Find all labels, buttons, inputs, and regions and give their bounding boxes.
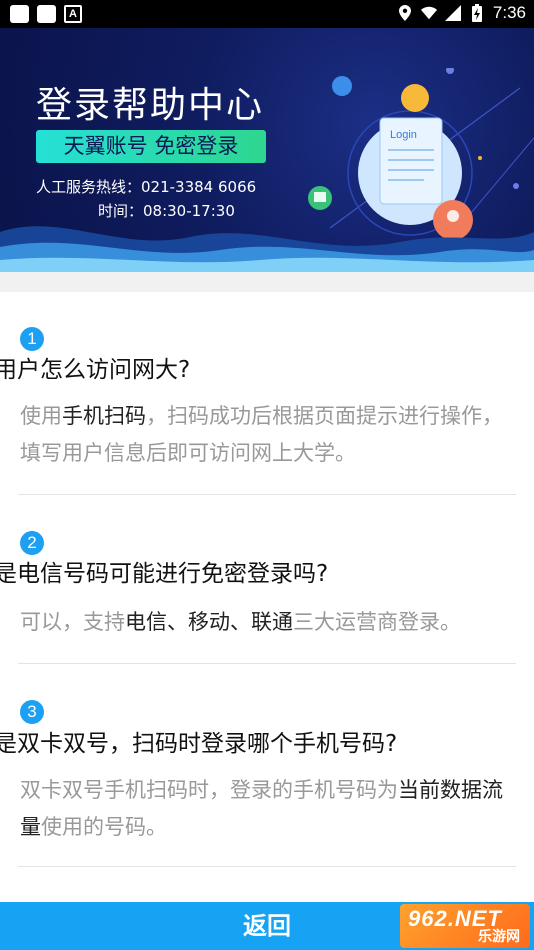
faq-answer: 双卡双号手机扫码时，登录的手机号码为当前数据流量使用的号码。: [20, 778, 503, 839]
illustration-login-text: Login: [390, 129, 417, 141]
notification-icon: [10, 5, 29, 23]
banner-subtitle-pill: 天翼账号 免密登录: [36, 130, 266, 163]
divider: [18, 494, 516, 495]
faq-item: 3 是双卡双号，扫码时登录哪个手机号码? 双卡双号手机扫码时，登录的手机号码为当…: [0, 666, 534, 870]
status-bar: A 7:36: [0, 0, 534, 28]
divider: [18, 663, 516, 664]
faq-number-badge: 3: [20, 700, 44, 724]
watermark-bottom-text: 乐游网: [478, 928, 520, 944]
section-gap: [0, 272, 534, 292]
wifi-icon: [420, 4, 437, 22]
help-center-banner: Login 登录帮助中心 天翼账号 免密登录 人工服务热线：021-3384 6…: [0, 28, 534, 272]
app-notification-icon: A: [64, 5, 82, 23]
clock: 7:36: [492, 3, 526, 22]
signal-icon: [444, 4, 461, 22]
banner-title: 登录帮助中心: [36, 85, 265, 126]
faq-question: 是双卡双号，扫码时登录哪个手机号码?: [0, 731, 398, 757]
faq-question: 用户怎么访问网大?: [0, 357, 191, 383]
battery-charging-icon: [469, 4, 485, 22]
location-icon: [397, 4, 413, 22]
site-watermark-logo: 962.NET 乐游网: [400, 904, 530, 948]
faq-item: 1 用户怎么访问网大? 使用手机扫码，扫码成功后根据页面提示进行操作，填写用户信…: [0, 292, 534, 496]
faq-question: 是电信号码可能进行免密登录吗?: [0, 561, 329, 587]
faq-item: 2 是电信号码可能进行免密登录吗? 可以，支持电信、移动、联通三大运营商登录。: [0, 496, 534, 666]
service-hotline: 人工服务热线：021-3384 6066: [36, 178, 257, 196]
banner-wave: [0, 226, 534, 272]
divider: [18, 866, 516, 867]
faq-number-badge: 2: [20, 531, 44, 555]
faq-answer: 使用手机扫码，扫码成功后根据页面提示进行操作，填写用户信息后即可访问网上大学。: [20, 404, 503, 465]
faq-number-badge: 1: [20, 327, 44, 351]
notification-icon: [37, 5, 56, 23]
faq-answer: 可以，支持电信、移动、联通三大运营商登录。: [20, 610, 461, 634]
